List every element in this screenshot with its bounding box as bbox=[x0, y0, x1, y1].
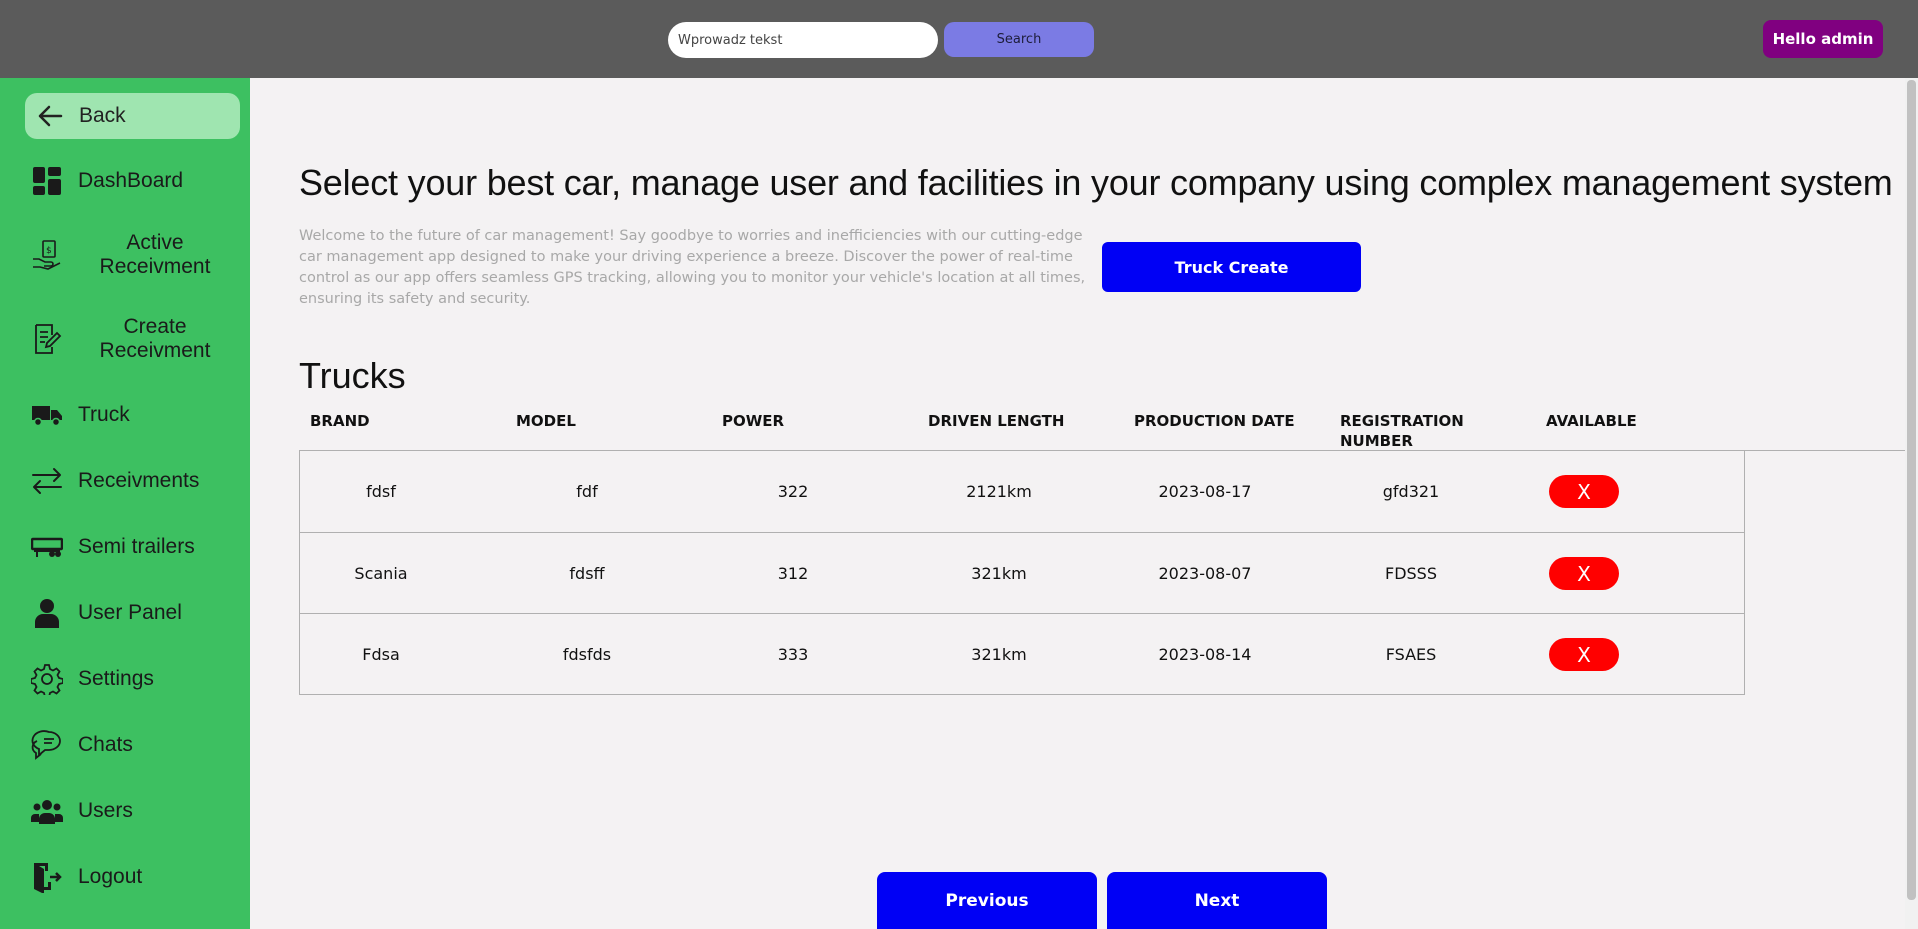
sidebar-item-label: DashBoard bbox=[78, 169, 184, 192]
intro-text: Welcome to the future of car management!… bbox=[299, 228, 1086, 307]
cell-model: fdf bbox=[576, 482, 598, 501]
cell-registration: FDSSS bbox=[1385, 564, 1437, 583]
chat-icon bbox=[31, 729, 63, 761]
cell-brand: Scania bbox=[354, 564, 408, 583]
cell-driven-length: 2121km bbox=[966, 482, 1032, 501]
sidebar-item-label: Semi trailers bbox=[78, 535, 195, 558]
top-bar: Search Hello admin bbox=[0, 0, 1918, 78]
svg-text:$: $ bbox=[46, 246, 52, 256]
cell-model: fdsfds bbox=[562, 645, 612, 664]
truck-icon bbox=[31, 399, 63, 431]
table-row[interactable]: Scania fdsff 312 321km 2023-08-07 FDSSS … bbox=[300, 532, 1744, 613]
arrows-exchange-icon bbox=[31, 465, 63, 497]
column-header-model: MODEL bbox=[516, 412, 576, 430]
document-edit-icon bbox=[31, 323, 63, 355]
availability-toggle-button[interactable]: X bbox=[1549, 638, 1619, 671]
sidebar-item-create-receivment[interactable]: Create Receivment bbox=[0, 315, 250, 363]
sidebar-item-semi-trailers[interactable]: Semi trailers bbox=[0, 529, 250, 565]
cell-production-date: 2023-08-07 bbox=[1158, 564, 1252, 583]
sidebar-item-active-receivment[interactable]: $ Active Receivment bbox=[0, 231, 250, 279]
user-icon bbox=[31, 597, 63, 629]
sidebar-item-label: Receivments bbox=[78, 469, 200, 492]
section-title: Trucks bbox=[299, 355, 406, 396]
column-header-driven-length: DRIVEN LENGTH bbox=[928, 412, 1065, 430]
user-greeting-button[interactable]: Hello admin bbox=[1763, 20, 1883, 58]
sidebar-item-label: Truck bbox=[78, 403, 130, 426]
back-button[interactable]: Back bbox=[25, 93, 240, 139]
page-headline: Select your best car, manage user and fa… bbox=[299, 162, 1893, 203]
sidebar-item-chats[interactable]: Chats bbox=[0, 727, 250, 763]
cell-driven-length: 321km bbox=[971, 645, 1027, 664]
truck-create-button[interactable]: Truck Create bbox=[1102, 242, 1361, 292]
cell-model: fdsff bbox=[569, 564, 605, 583]
cell-brand: fdsf bbox=[366, 482, 396, 501]
sidebar-item-label: User Panel bbox=[78, 601, 182, 624]
next-page-button[interactable]: Next bbox=[1107, 872, 1327, 929]
sidebar-item-truck[interactable]: Truck bbox=[0, 397, 250, 433]
cell-registration: FSAES bbox=[1385, 645, 1437, 664]
table-row[interactable]: Fdsa fdsfds 333 321km 2023-08-14 FSAES X bbox=[300, 613, 1744, 694]
search-input[interactable] bbox=[668, 22, 938, 58]
hand-money-icon: $ bbox=[31, 239, 63, 271]
cell-driven-length: 321km bbox=[971, 564, 1027, 583]
column-header-brand: BRAND bbox=[310, 412, 370, 430]
sidebar-item-receivments[interactable]: Receivments bbox=[0, 463, 250, 499]
sidebar-item-label: Users bbox=[78, 799, 133, 822]
column-header-registration-number: REGISTRATION NUMBER bbox=[1340, 412, 1464, 450]
scrollbar-thumb[interactable] bbox=[1907, 80, 1916, 900]
sidebar-item-logout[interactable]: Logout bbox=[0, 859, 250, 895]
sidebar-item-dashboard[interactable]: DashBoard bbox=[0, 163, 250, 199]
column-header-available: AVAILABLE bbox=[1546, 412, 1637, 430]
table-row[interactable]: fdsf fdf 322 2121km 2023-08-17 gfd321 X bbox=[300, 451, 1744, 532]
sidebar-item-users[interactable]: Users bbox=[0, 793, 250, 829]
sidebar-item-label: Active Receivment bbox=[99, 231, 211, 278]
users-icon bbox=[31, 795, 63, 827]
cell-power: 333 bbox=[777, 645, 809, 664]
availability-toggle-button[interactable]: X bbox=[1549, 557, 1619, 590]
sidebar-item-user-panel[interactable]: User Panel bbox=[0, 595, 250, 631]
sidebar: Back DashBoard $ Active Receivment Creat… bbox=[0, 78, 250, 929]
sidebar-item-settings[interactable]: Settings bbox=[0, 661, 250, 697]
sidebar-item-label: Chats bbox=[78, 733, 133, 756]
dashboard-icon bbox=[31, 165, 63, 197]
cell-production-date: 2023-08-14 bbox=[1158, 645, 1252, 664]
sidebar-item-label: Create Receivment bbox=[99, 315, 211, 362]
previous-page-button[interactable]: Previous bbox=[877, 872, 1097, 929]
back-label: Back bbox=[79, 104, 126, 127]
scrollbar[interactable] bbox=[1905, 78, 1918, 929]
column-header-production-date: PRODUCTION DATE bbox=[1134, 412, 1295, 430]
cell-power: 312 bbox=[777, 564, 809, 583]
cell-registration: gfd321 bbox=[1382, 482, 1440, 501]
sidebar-item-label: Logout bbox=[78, 865, 143, 888]
cell-brand: Fdsa bbox=[362, 645, 400, 664]
cell-production-date: 2023-08-17 bbox=[1158, 482, 1252, 501]
sidebar-item-label: Settings bbox=[78, 667, 154, 690]
table-divider bbox=[1745, 450, 1918, 451]
arrow-left-icon bbox=[38, 105, 63, 127]
trucks-table: fdsf fdf 322 2121km 2023-08-17 gfd321 X … bbox=[299, 450, 1745, 695]
cell-power: 322 bbox=[777, 482, 809, 501]
logout-icon bbox=[31, 861, 63, 893]
availability-toggle-button[interactable]: X bbox=[1549, 475, 1619, 508]
search-button[interactable]: Search bbox=[944, 22, 1094, 57]
gear-icon bbox=[31, 663, 63, 695]
column-header-power: POWER bbox=[722, 412, 785, 430]
trailer-icon bbox=[31, 531, 63, 563]
